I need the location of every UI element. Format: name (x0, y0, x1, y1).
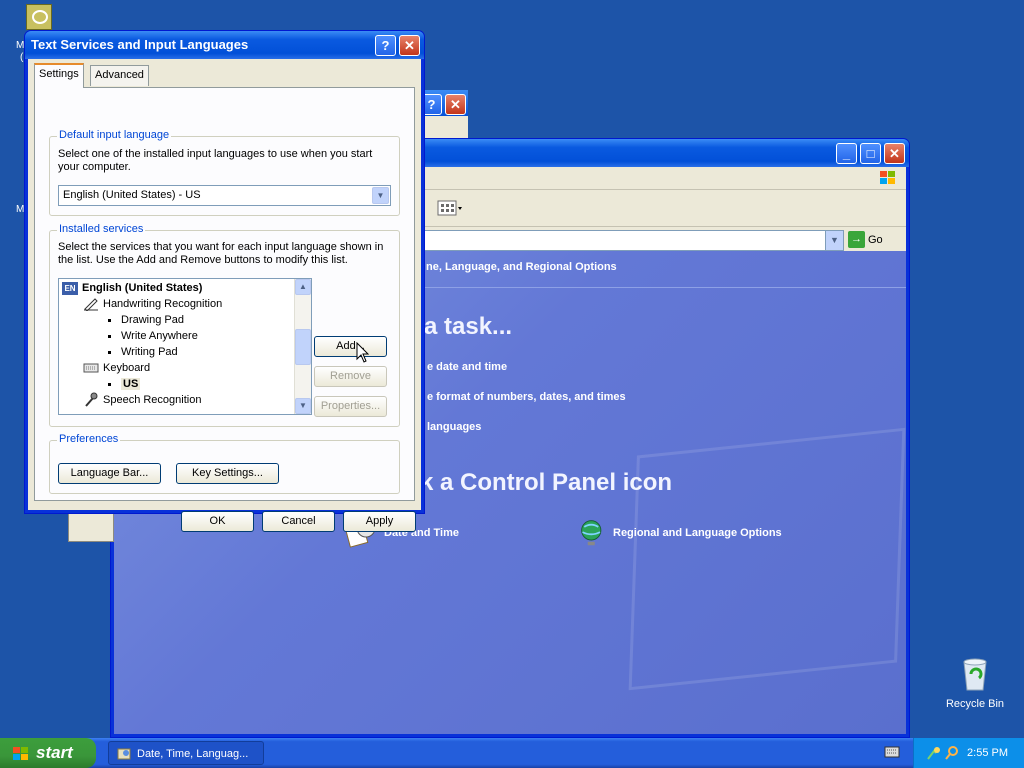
en-language-badge: EN (62, 281, 78, 295)
installed-services-description: Select the services that you want for ea… (58, 241, 384, 266)
pick-task-heading: a task... (424, 313, 513, 340)
keyboard-indicator-icon[interactable] (884, 746, 900, 758)
tree-item-label: English (United States) (82, 282, 203, 294)
regional-language-item[interactable]: Regional and Language Options (579, 517, 782, 549)
key-settings-button[interactable]: Key Settings... (176, 463, 279, 484)
address-dropdown-button[interactable]: ▼ (825, 230, 844, 251)
default-language-select[interactable]: English (United States) - US ▼ (58, 185, 391, 206)
tree-item-writing-pad[interactable]: Writing Pad (108, 344, 178, 360)
scroll-up-button[interactable]: ▲ (295, 279, 311, 295)
tree-item-label: Handwriting Recognition (103, 298, 223, 310)
start-label: start (36, 743, 73, 762)
close-button[interactable]: ✕ (445, 94, 466, 115)
help-button[interactable]: ? (375, 35, 396, 56)
tree-item-label: Writing Pad (121, 346, 178, 358)
language-bar-icon[interactable] (926, 745, 942, 761)
default-language-group: Default input language Select one of the… (49, 129, 400, 216)
installed-services-legend: Installed services (57, 223, 146, 235)
tree-item-write-anywhere[interactable]: Write Anywhere (108, 328, 198, 344)
apply-button[interactable]: Apply (343, 511, 416, 532)
properties-button[interactable]: Properties... (314, 396, 387, 417)
cancel-button[interactable]: Cancel (262, 511, 335, 532)
go-label: Go (868, 233, 883, 246)
default-language-legend: Default input language (57, 129, 172, 141)
installed-services-group: Installed services Select the services t… (49, 223, 400, 427)
maximize-button[interactable]: □ (860, 143, 881, 164)
taskbar-item-control-panel[interactable]: Date, Time, Languag... (108, 741, 264, 765)
default-language-description: Select one of the installed input langua… (58, 148, 373, 173)
tree-item-us-keyboard[interactable]: US (108, 376, 141, 392)
text-services-dialog: Text Services and Input Languages ? ✕ Se… (24, 30, 425, 532)
taskbar-item-label: Date, Time, Languag... (137, 748, 249, 760)
microphone-icon (85, 392, 98, 407)
views-icon[interactable] (436, 198, 462, 218)
category-heading: ne, Language, and Regional Options (426, 261, 617, 273)
tree-item-label: Drawing Pad (121, 314, 184, 326)
keyboard-icon (83, 363, 99, 373)
minimize-button[interactable]: _ (836, 143, 857, 164)
scroll-thumb[interactable] (295, 329, 311, 365)
preferences-legend: Preferences (57, 433, 121, 445)
windows-logo-icon (880, 171, 895, 184)
go-arrow-icon: → (848, 231, 865, 248)
tree-item-drawing-pad[interactable]: Drawing Pad (108, 312, 184, 328)
default-language-value: English (United States) - US (63, 189, 201, 201)
task-link-formats[interactable]: e format of numbers, dates, and times (427, 391, 626, 403)
start-button[interactable]: start (0, 738, 96, 768)
task-link-languages[interactable]: languages (427, 421, 481, 433)
tree-scrollbar[interactable]: ▲ ▼ (294, 279, 311, 414)
remove-button[interactable]: Remove (314, 366, 387, 387)
tab-advanced[interactable]: Advanced (90, 65, 149, 86)
tree-item-label: Write Anywhere (121, 330, 198, 342)
tree-item-speech[interactable]: Speech Recognition (83, 392, 201, 408)
close-button[interactable]: ✕ (399, 35, 420, 56)
recycle-bin[interactable]: Recycle Bin (940, 656, 1010, 710)
background-window-fragment (68, 510, 114, 542)
services-tree[interactable]: EN English (United States) Handwriting Re… (58, 278, 312, 415)
control-panel-icon (117, 748, 131, 760)
task-link-date-time[interactable]: e date and time (427, 361, 507, 373)
pick-icon-heading: k a Control Panel icon (420, 469, 673, 496)
tree-item-label: Keyboard (103, 362, 151, 374)
chevron-down-icon[interactable]: ▼ (372, 187, 389, 204)
taskbar: start Date, Time, Languag... 2:55 PM (0, 738, 1024, 768)
pen-icon (84, 298, 98, 312)
dialog-title-bar[interactable]: Text Services and Input Languages ? ✕ (25, 31, 424, 59)
mouse-cursor-icon (356, 342, 370, 363)
clock[interactable]: 2:55 PM (967, 738, 1008, 768)
globe-icon (581, 520, 602, 546)
dialog-title: Text Services and Input Languages (31, 37, 249, 52)
tree-item-keyboard[interactable]: Keyboard (83, 360, 150, 376)
tree-item-english[interactable]: EN English (United States) (62, 280, 202, 296)
search-icon[interactable] (944, 745, 960, 761)
recycle-bin-icon (963, 658, 987, 691)
preferences-group: Preferences Language Bar... Key Settings… (49, 433, 400, 494)
regional-language-label: Regional and Language Options (613, 526, 782, 539)
background-dialog-title-fragment: ? ✕ (420, 90, 468, 116)
windows-flag-icon (13, 746, 28, 760)
recycle-bin-label: Recycle Bin (945, 698, 1005, 710)
desktop-shortcut-icon[interactable] (26, 4, 52, 30)
tree-item-handwriting[interactable]: Handwriting Recognition (83, 296, 222, 312)
tree-item-label: Speech Recognition (103, 394, 202, 406)
desktop-label-fragment: ( (20, 52, 24, 63)
tab-settings[interactable]: Settings (34, 63, 84, 88)
scroll-down-button[interactable]: ▼ (295, 398, 311, 414)
close-button[interactable]: ✕ (884, 143, 905, 164)
category-watermark (628, 427, 906, 691)
tree-item-label: US (121, 378, 141, 390)
language-bar-button[interactable]: Language Bar... (58, 463, 161, 484)
settings-panel: Default input language Select one of the… (34, 87, 415, 501)
add-button[interactable]: Add... (314, 336, 387, 357)
system-tray: 2:55 PM (913, 738, 1024, 768)
ok-button[interactable]: OK (181, 511, 254, 532)
go-button[interactable]: → Go (848, 231, 900, 249)
